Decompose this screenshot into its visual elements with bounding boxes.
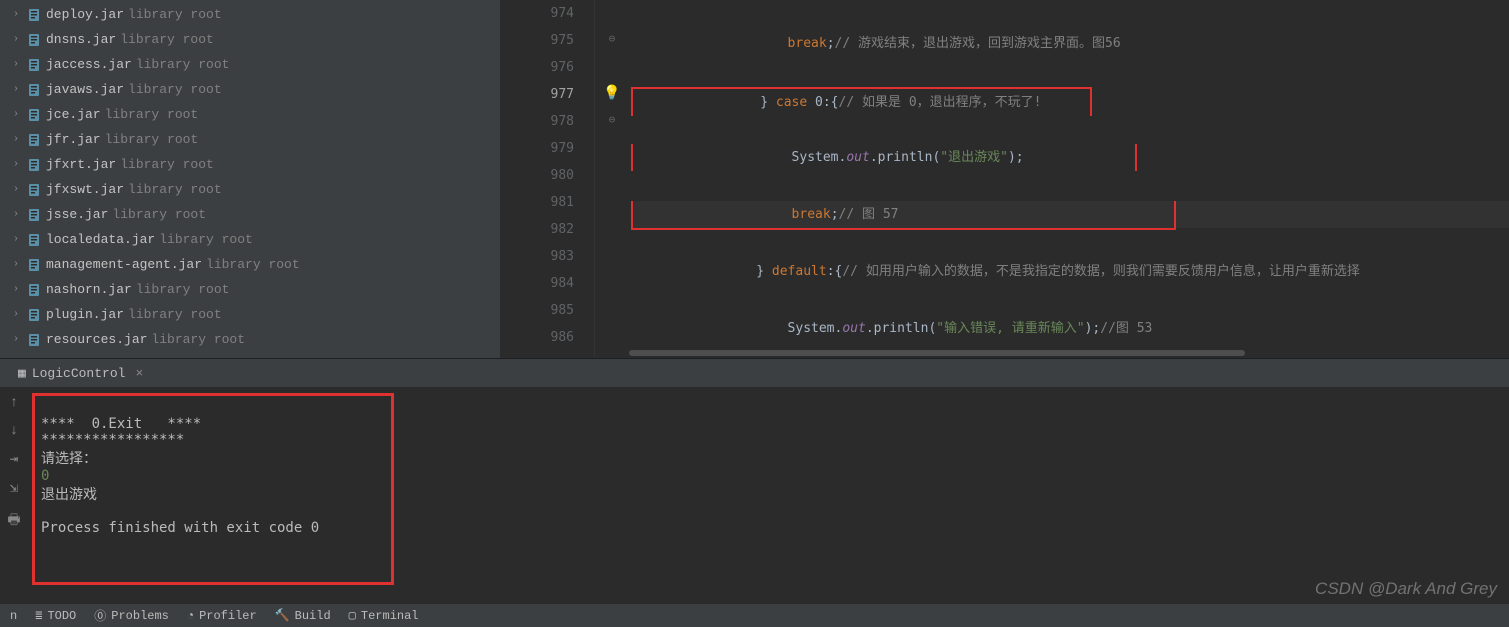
status-n: n xyxy=(10,609,17,623)
chevron-right-icon: › xyxy=(10,159,22,170)
chevron-right-icon: › xyxy=(10,209,22,220)
build-icon: 🔨 xyxy=(275,608,290,623)
jar-icon xyxy=(26,33,42,47)
jar-icon xyxy=(26,258,42,272)
jar-icon xyxy=(26,83,42,97)
jar-icon xyxy=(26,183,42,197)
fold-icon[interactable]: ⊖ xyxy=(595,108,629,135)
jar-icon xyxy=(26,133,42,147)
down-arrow-icon[interactable]: ↓ xyxy=(10,423,18,439)
chevron-right-icon: › xyxy=(10,234,22,245)
tree-item[interactable]: ›jfxswt.jarlibrary root xyxy=(0,177,500,202)
chevron-right-icon: › xyxy=(10,9,22,20)
close-icon[interactable]: × xyxy=(135,366,143,381)
jar-icon xyxy=(26,308,42,322)
wrap-icon[interactable]: ⇥ xyxy=(10,451,18,468)
horizontal-scrollbar[interactable] xyxy=(629,348,1509,358)
problems-icon: ⓪ xyxy=(94,607,106,624)
tree-item[interactable]: ›javaws.jarlibrary root xyxy=(0,77,500,102)
tree-item[interactable]: ›management-agent.jarlibrary root xyxy=(0,252,500,277)
problems-button[interactable]: ⓪Problems xyxy=(94,607,169,624)
tree-item[interactable]: ›jsse.jarlibrary root xyxy=(0,202,500,227)
jar-icon xyxy=(26,58,42,72)
tree-item[interactable]: ›dnsns.jarlibrary root xyxy=(0,27,500,52)
lightbulb-icon[interactable]: 💡 xyxy=(595,81,629,108)
tree-item[interactable]: ›resources.jarlibrary root xyxy=(0,327,500,352)
jar-icon xyxy=(26,108,42,122)
tree-item[interactable]: ›localedata.jarlibrary root xyxy=(0,227,500,252)
console-output[interactable]: **** 0.Exit **** ***************** 请选择： … xyxy=(28,387,1509,603)
code-editor[interactable]: 974 975 976 977 978 979 980 981 982 983 … xyxy=(500,0,1509,358)
terminal-icon: ▢ xyxy=(349,608,356,623)
tree-item[interactable]: ›plugin.jarlibrary root xyxy=(0,302,500,327)
chevron-right-icon: › xyxy=(10,59,22,70)
chevron-right-icon: › xyxy=(10,34,22,45)
project-tree[interactable]: ›deploy.jarlibrary root ›dnsns.jarlibrar… xyxy=(0,0,500,358)
tree-item[interactable]: ›nashorn.jarlibrary root xyxy=(0,277,500,302)
code-content[interactable]: break;// 游戏结束，退出游戏，回到游戏主界面。图56 } case 0:… xyxy=(629,0,1509,348)
tree-item[interactable]: ›jfr.jarlibrary root xyxy=(0,127,500,152)
chevron-right-icon: › xyxy=(10,334,22,345)
status-bar: n ≣TODO ⓪Problems ◔Profiler 🔨Build ▢Term… xyxy=(0,603,1509,627)
scroll-icon[interactable]: ⇲ xyxy=(10,480,18,497)
run-config-icon: ▦ xyxy=(18,366,26,381)
profiler-button[interactable]: ◔Profiler xyxy=(187,609,257,623)
chevron-right-icon: › xyxy=(10,284,22,295)
todo-icon: ≣ xyxy=(35,608,42,623)
tree-item[interactable]: ›jfxrt.jarlibrary root xyxy=(0,152,500,177)
chevron-right-icon: › xyxy=(10,84,22,95)
profiler-icon: ◔ xyxy=(187,609,194,623)
run-tab[interactable]: ▦ LogicControl × xyxy=(18,366,143,381)
print-icon[interactable]: 🖶 xyxy=(7,509,20,533)
tree-item[interactable]: ›deploy.jarlibrary root xyxy=(0,2,500,27)
build-button[interactable]: 🔨Build xyxy=(275,608,331,623)
chevron-right-icon: › xyxy=(10,109,22,120)
terminal-button[interactable]: ▢Terminal xyxy=(349,608,419,623)
run-tab-bar: ▦ LogicControl × xyxy=(0,359,1509,387)
chevron-right-icon: › xyxy=(10,134,22,145)
jar-icon xyxy=(26,283,42,297)
line-number-gutter: 974 975 976 977 978 979 980 981 982 983 … xyxy=(500,0,595,358)
hint-column: ⊖ 💡 ⊖ xyxy=(595,0,629,358)
tree-item[interactable]: ›jaccess.jarlibrary root xyxy=(0,52,500,77)
jar-icon xyxy=(26,333,42,347)
tree-item[interactable]: ›jce.jarlibrary root xyxy=(0,102,500,127)
todo-button[interactable]: ≣TODO xyxy=(35,608,76,623)
chevron-right-icon: › xyxy=(10,309,22,320)
jar-icon xyxy=(26,233,42,247)
run-tab-label: LogicControl xyxy=(32,366,126,381)
chevron-right-icon: › xyxy=(10,259,22,270)
jar-icon xyxy=(26,208,42,222)
jar-icon xyxy=(26,8,42,22)
up-arrow-icon[interactable]: ↑ xyxy=(10,395,18,411)
jar-icon xyxy=(26,158,42,172)
chevron-right-icon: › xyxy=(10,184,22,195)
fold-icon[interactable]: ⊖ xyxy=(595,27,629,54)
run-panel: ▦ LogicControl × ↑ ↓ ⇥ ⇲ 🖶 **** 0.Exit *… xyxy=(0,358,1509,603)
run-toolbar: ↑ ↓ ⇥ ⇲ 🖶 xyxy=(0,387,28,603)
